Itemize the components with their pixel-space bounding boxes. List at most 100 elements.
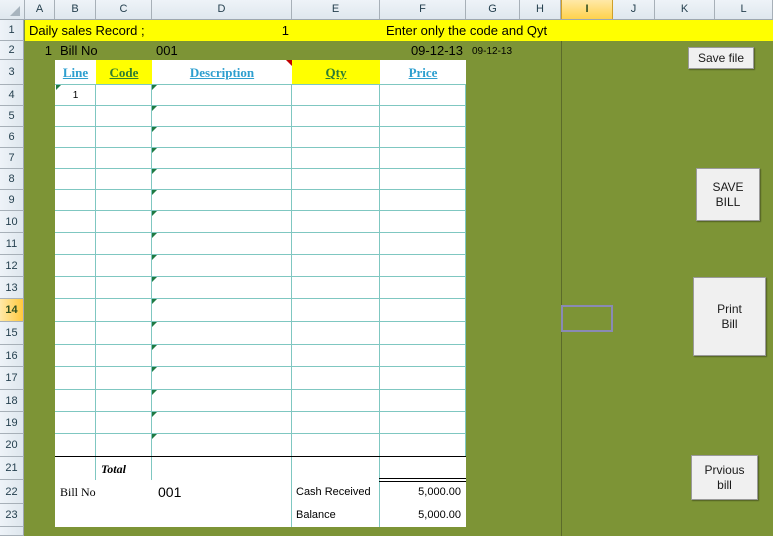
table-header-line[interactable]: Line: [55, 60, 96, 85]
bill-line-number[interactable]: 1: [25, 41, 55, 60]
error-marker-icon: [152, 390, 157, 395]
table-gridline: [55, 389, 466, 390]
error-marker-icon: [152, 85, 157, 90]
table-gridline: [55, 168, 466, 169]
print-bill-button-label-line2: Bill: [721, 317, 737, 332]
table-gridline: [55, 147, 466, 148]
column-header-D[interactable]: D: [152, 0, 292, 19]
row-header-5[interactable]: 5: [0, 106, 24, 127]
cash-received-value[interactable]: 5,000.00: [380, 480, 464, 504]
row-header-16[interactable]: 16: [0, 345, 24, 367]
row-header-1[interactable]: 1: [0, 20, 24, 41]
row-header-9[interactable]: 9: [0, 190, 24, 211]
save-file-button[interactable]: Save file: [688, 47, 754, 69]
totals-bill-no-label[interactable]: Bill No: [57, 480, 117, 504]
row-header-15[interactable]: 15: [0, 322, 24, 345]
save-file-button-label: Save file: [698, 51, 744, 66]
print-bill-button[interactable]: Print Bill: [693, 277, 766, 356]
row-header-6[interactable]: 6: [0, 127, 24, 148]
column-header-A[interactable]: A: [25, 0, 55, 19]
banner-title[interactable]: Daily sales Record ;: [26, 20, 156, 41]
error-marker-icon: [152, 434, 157, 439]
table-gridline: [55, 433, 466, 434]
column-header-L[interactable]: L: [715, 0, 773, 19]
print-bill-button-label-line1: Print: [717, 302, 742, 317]
row-header-23[interactable]: 23: [0, 504, 24, 527]
column-header-G[interactable]: G: [466, 0, 520, 19]
column-header-K[interactable]: K: [655, 0, 715, 19]
row-header-21[interactable]: 21: [0, 457, 24, 480]
error-marker-icon: [152, 211, 157, 216]
table-gridline: [55, 344, 466, 345]
bill-no-label[interactable]: Bill No: [57, 41, 147, 60]
error-marker-icon: [152, 148, 157, 153]
total-label[interactable]: Total: [98, 457, 152, 480]
error-marker-icon: [152, 255, 157, 260]
total-label-text: Total: [101, 463, 126, 475]
previous-bill-button-label-line1: Prvious: [704, 463, 744, 478]
table-gridline: [55, 276, 466, 277]
banner-instruction[interactable]: Enter only the code and Qyt: [383, 20, 563, 41]
table-gridline-vertical: [291, 84, 292, 527]
select-all-corner[interactable]: [0, 0, 25, 19]
bill-date-primary[interactable]: 09-12-13: [380, 41, 466, 60]
table-gridline: [55, 189, 466, 190]
column-header-E[interactable]: E: [292, 0, 380, 19]
table-header-qty[interactable]: Qty: [292, 60, 380, 85]
row-header-8[interactable]: 8: [0, 169, 24, 190]
table-gridline: [55, 298, 466, 299]
row-header-10[interactable]: 10: [0, 211, 24, 233]
totals-bill-no-value[interactable]: 001: [155, 480, 255, 504]
error-marker-icon: [152, 169, 157, 174]
error-marker-icon: [152, 190, 157, 195]
spreadsheet-canvas[interactable]: A B C D E F G H I J K L 1 2 3 4 5 6 7 8 …: [0, 0, 773, 536]
row-header-20[interactable]: 20: [0, 434, 24, 457]
row-header-14[interactable]: 14: [0, 299, 24, 322]
row-header-3[interactable]: 3: [0, 60, 24, 85]
table-gridline: [55, 105, 466, 106]
table-cell-line-1[interactable]: 1: [55, 85, 96, 106]
table-gridline-vertical: [465, 84, 466, 457]
total-value[interactable]: [380, 457, 466, 480]
banner-counter[interactable]: 1: [152, 20, 292, 41]
bill-date-secondary[interactable]: 09-12-13: [469, 42, 529, 61]
table-header-code[interactable]: Code: [96, 60, 152, 85]
column-header-B[interactable]: B: [55, 0, 96, 19]
bill-no-value[interactable]: 001: [153, 41, 283, 60]
previous-bill-button-label-line2: bill: [717, 478, 732, 493]
row-header-7[interactable]: 7: [0, 148, 24, 169]
row-header-11[interactable]: 11: [0, 233, 24, 255]
column-header-I[interactable]: I: [561, 0, 613, 19]
table-gridline-vertical: [151, 84, 152, 480]
row-header-22[interactable]: 22: [0, 480, 24, 504]
save-bill-button[interactable]: SAVE BILL: [696, 168, 760, 221]
row-header-4[interactable]: 4: [0, 85, 24, 106]
table-header-price[interactable]: Price: [380, 60, 466, 85]
column-header-H[interactable]: H: [520, 0, 561, 19]
row-header-24[interactable]: [0, 527, 24, 536]
row-header-18[interactable]: 18: [0, 390, 24, 412]
table-gridline: [55, 321, 466, 322]
cash-received-label[interactable]: Cash Received: [293, 480, 379, 504]
column-header-J[interactable]: J: [613, 0, 655, 19]
comment-marker-icon: [286, 60, 292, 66]
table-gridline: [55, 210, 466, 211]
table-gridline: [55, 84, 466, 85]
row-header-13[interactable]: 13: [0, 277, 24, 299]
table-header-description[interactable]: Description: [152, 60, 292, 85]
table-gridline: [55, 232, 466, 233]
active-cell-selection[interactable]: [561, 305, 613, 332]
row-header-12[interactable]: 12: [0, 255, 24, 277]
row-header-17[interactable]: 17: [0, 367, 24, 390]
column-header-C[interactable]: C: [96, 0, 152, 19]
row-header-19[interactable]: 19: [0, 412, 24, 434]
table-header-description-label: Description: [190, 66, 254, 79]
row-header-2[interactable]: 2: [0, 41, 24, 60]
column-header-F[interactable]: F: [380, 0, 466, 19]
balance-value[interactable]: 5,000.00: [380, 504, 464, 527]
table-header-price-label: Price: [409, 66, 438, 79]
previous-bill-button[interactable]: Prvious bill: [691, 455, 758, 500]
totals-bill-no-label-text: Bill No: [60, 486, 96, 498]
balance-label[interactable]: Balance: [293, 504, 379, 527]
table-gridline-vertical: [95, 84, 96, 480]
